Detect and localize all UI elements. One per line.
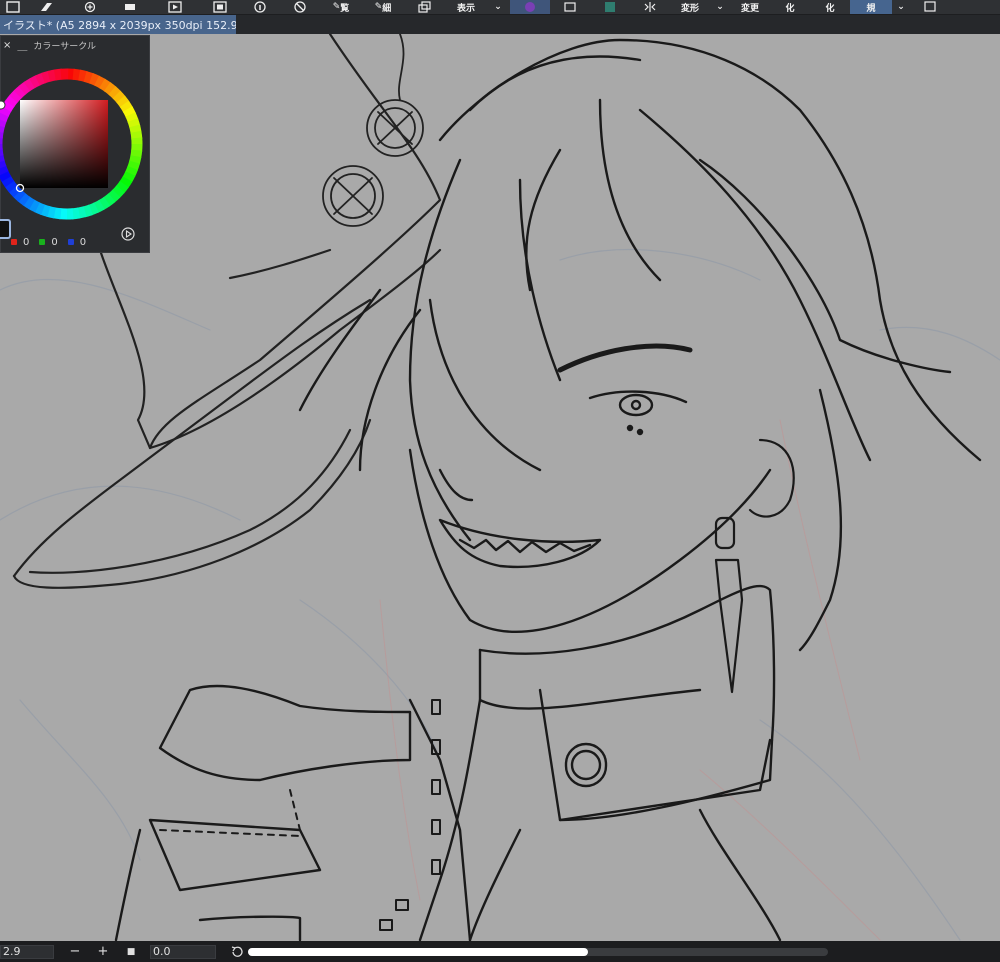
color-icon[interactable]	[510, 0, 550, 14]
red-swatch	[11, 239, 17, 245]
brush-size-value: 2.9	[3, 945, 21, 958]
scrollbar-thumb[interactable]	[248, 948, 588, 956]
document-tab[interactable]: イラスト* (A5 2894 x 2039px 350dpi 152.9%)	[0, 15, 236, 34]
green-swatch	[39, 239, 46, 245]
green-value[interactable]: 0	[51, 237, 57, 248]
fine-label: 細	[382, 3, 392, 14]
line-art	[0, 34, 1000, 941]
view-label: 覧	[340, 3, 350, 14]
top-toolbar: ✎ 覧 ✎ 細 表示 ⌄ 変形 ⌄ 変更 化 化 規 ⌄	[0, 0, 1000, 15]
flip-icon[interactable]	[630, 0, 670, 14]
rotation-value: 0.0	[153, 945, 171, 958]
blue-swatch	[67, 239, 74, 245]
play-icon[interactable]	[150, 0, 200, 14]
zoom-in-button[interactable]: +	[94, 944, 112, 959]
blue-value[interactable]: 0	[80, 237, 86, 248]
no-entry-icon[interactable]	[280, 0, 320, 14]
view-button[interactable]: ✎ 覧	[320, 0, 362, 14]
ka-label-2: 化	[825, 3, 835, 14]
red-value[interactable]: 0	[23, 237, 29, 248]
panel-icon[interactable]	[910, 0, 950, 14]
brush-size-field[interactable]: 2.9	[0, 944, 54, 959]
eraser-icon[interactable]	[26, 0, 66, 14]
change-button[interactable]: 変更	[730, 0, 770, 14]
transform-dropdown-chevron-icon[interactable]: ⌄	[710, 0, 730, 14]
color-wheel[interactable]	[0, 61, 147, 221]
panel-title: カラーサークル	[33, 41, 96, 52]
play-circle-icon[interactable]	[121, 226, 135, 241]
new-label: 規	[866, 3, 876, 14]
export-icon[interactable]	[550, 0, 590, 14]
change-label: 変更	[740, 3, 759, 14]
display-label: 表示	[456, 3, 475, 14]
ka-label-1: 化	[785, 3, 795, 14]
fine-button[interactable]: ✎ 細	[362, 0, 404, 14]
display-dropdown-chevron-icon[interactable]: ⌄	[486, 0, 510, 14]
stop-button[interactable]: ■	[122, 947, 140, 957]
info-icon[interactable]	[240, 0, 280, 14]
panel-close-button[interactable]: ×	[3, 40, 11, 51]
drawing-canvas[interactable]	[0, 34, 1000, 941]
stop-icon[interactable]	[200, 0, 240, 14]
zoom-out-button[interactable]: −	[66, 944, 84, 959]
horizontal-scrollbar[interactable]	[248, 948, 828, 956]
ka-button-2[interactable]: 化	[810, 0, 850, 14]
image-icon[interactable]	[590, 0, 630, 14]
transform-label: 変形	[680, 3, 699, 14]
rotate-left-icon[interactable]	[230, 945, 244, 959]
document-title: イラスト* (A5 2894 x 2039px 350dpi 152.9%)	[3, 18, 236, 32]
save-icon[interactable]	[0, 0, 26, 14]
ka-button-1[interactable]: 化	[770, 0, 810, 14]
layer-icon[interactable]	[110, 0, 150, 14]
panel-header: × ＿ カラーサークル	[1, 36, 149, 54]
display-button[interactable]: 表示	[446, 0, 486, 14]
new-dropdown-chevron-icon[interactable]: ⌄	[892, 0, 910, 14]
rotation-field[interactable]: 0.0	[150, 944, 216, 959]
transform-button[interactable]: 変形	[670, 0, 710, 14]
panel-minimize-button[interactable]: ＿	[17, 38, 27, 53]
document-tab-bar: イラスト* (A5 2894 x 2039px 350dpi 152.9%)	[0, 15, 1000, 34]
add-layer-icon[interactable]	[66, 0, 110, 14]
new-button[interactable]: 規	[850, 0, 892, 14]
rgb-values: 0 0 0	[1, 234, 86, 250]
copy-icon[interactable]	[404, 0, 446, 14]
color-circle-panel: × ＿ カラーサークル 0 0 0	[0, 35, 150, 253]
hue-picker-handle[interactable]	[0, 100, 6, 110]
